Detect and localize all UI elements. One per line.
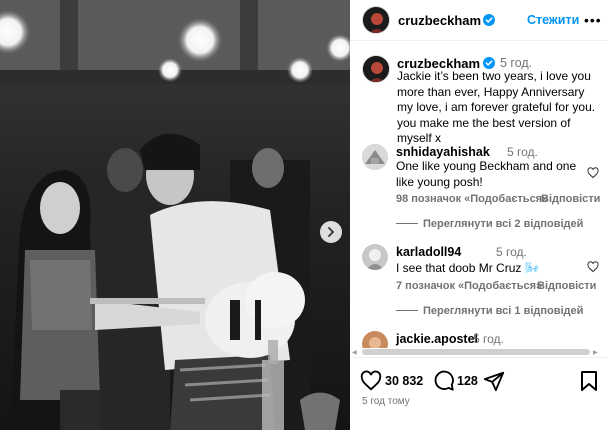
caption-time: 5 год.: [500, 56, 533, 70]
comment-time: 5 год.: [507, 145, 538, 159]
comment-username[interactable]: snhidayahishak: [396, 145, 490, 159]
more-options-icon[interactable]: •••: [584, 12, 602, 28]
scroll-right-arrow[interactable]: ▶: [593, 349, 598, 356]
likes-count[interactable]: 30 832: [385, 374, 423, 388]
comment-icon[interactable]: [433, 370, 455, 392]
author-avatar[interactable]: [362, 6, 390, 34]
comments-count[interactable]: 128: [457, 374, 478, 388]
reply-button[interactable]: Відповісти: [541, 193, 600, 205]
view-replies-button[interactable]: Переглянути всі 2 відповідей: [423, 218, 583, 230]
commenter-avatar[interactable]: [362, 331, 388, 348]
replies-line: [396, 223, 418, 224]
verified-badge-icon: [483, 57, 495, 69]
comment-text: One like young Beckham and one like youn…: [396, 159, 577, 189]
comment-time: 5 год.: [496, 245, 527, 259]
post-timestamp: 5 год тому: [362, 396, 410, 407]
send-icon[interactable]: [483, 370, 505, 392]
next-image-button[interactable]: [320, 221, 342, 243]
scroll-left-arrow[interactable]: ◀: [352, 349, 357, 356]
comment-username[interactable]: karladoll94: [396, 245, 461, 259]
divider: [350, 357, 608, 358]
view-replies-button[interactable]: Переглянути всі 1 відповідей: [423, 305, 583, 317]
caption-author-avatar[interactable]: [362, 55, 390, 83]
verified-badge-icon: [483, 14, 495, 26]
heart-icon[interactable]: [360, 370, 382, 392]
heart-icon[interactable]: [587, 261, 599, 273]
comment-time: 5 год.: [473, 332, 504, 346]
comment-likes[interactable]: 98 позначок «Подобається»: [396, 193, 548, 205]
replies-line: [396, 310, 418, 311]
heart-icon[interactable]: [587, 167, 599, 179]
comments-scroll-area[interactable]: cruzbeckham 5 год. Jackie it’s been two …: [350, 41, 608, 348]
post-photo-image: [0, 0, 350, 430]
bookmark-icon[interactable]: [580, 371, 598, 391]
chevron-right-icon: [328, 227, 335, 237]
post-side-panel: cruzbeckham Стежити ••• cruzbeckham 5 го…: [350, 0, 608, 430]
comment-text: I see that doob Mr Cruz 🌬️: [396, 261, 540, 275]
comment-likes[interactable]: 7 позначок «Подобається»: [396, 280, 542, 292]
reply-button[interactable]: Відповісти: [537, 280, 596, 292]
follow-button[interactable]: Стежити: [527, 13, 579, 27]
commenter-avatar[interactable]: [362, 244, 388, 270]
action-bar: 30 832 128: [350, 368, 608, 396]
post-header: cruzbeckham Стежити •••: [350, 0, 608, 41]
caption-text: Jackie it’s been two years, i love you m…: [397, 69, 596, 145]
post-photo: [0, 0, 350, 430]
author-username[interactable]: cruzbeckham: [398, 13, 481, 28]
horizontal-scrollbar[interactable]: [362, 349, 590, 355]
commenter-avatar[interactable]: [362, 144, 388, 170]
comment-username[interactable]: jackie.apostel: [396, 332, 478, 346]
